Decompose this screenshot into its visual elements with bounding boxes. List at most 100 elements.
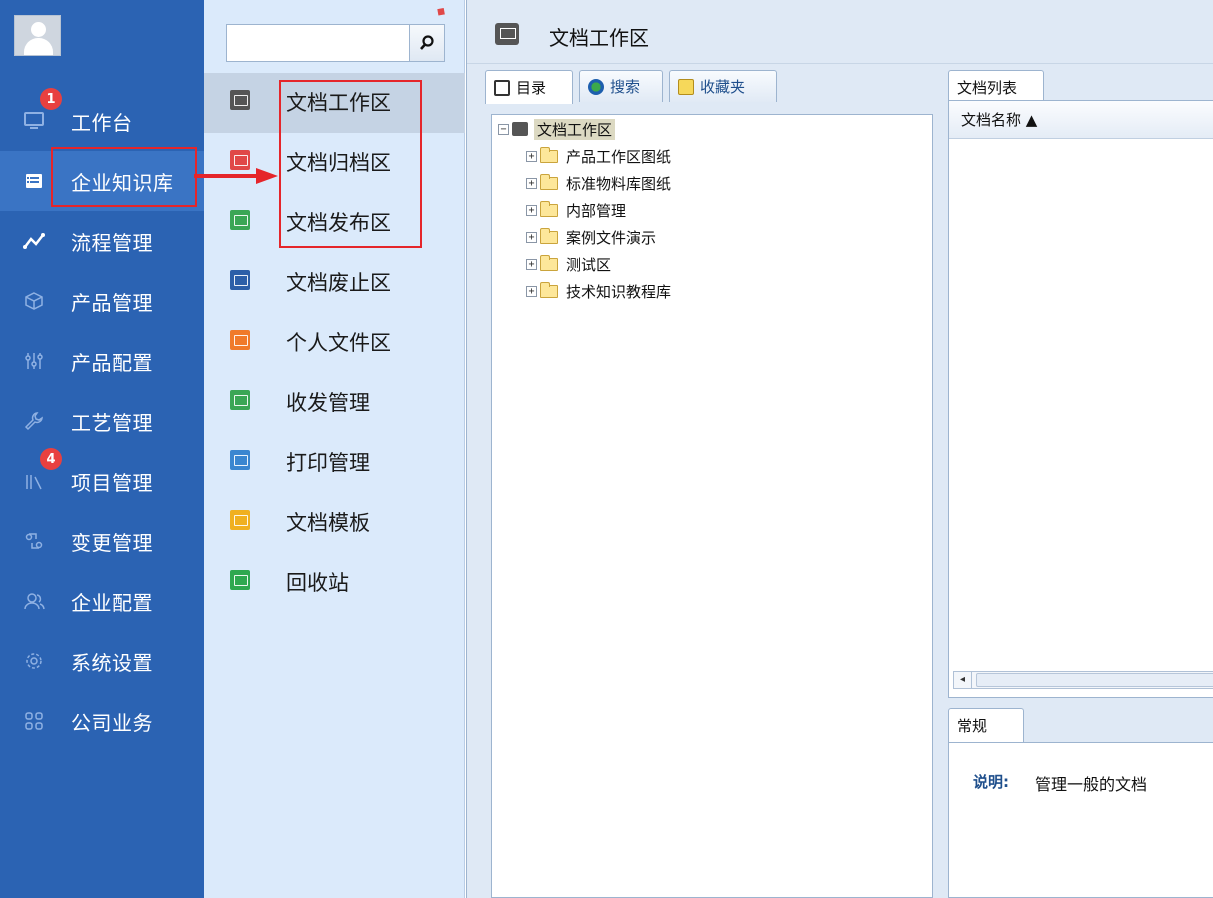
expand-icon[interactable]: + bbox=[526, 285, 537, 297]
submenu-item-label: 个人文件区 bbox=[286, 331, 391, 355]
cube-icon bbox=[22, 289, 46, 313]
tab-label: 常规 bbox=[957, 717, 988, 735]
book-icon bbox=[22, 169, 46, 193]
directory-tree: − 文档工作区 + 产品工作区图纸 + 标准物料库图纸 + 内部管理 + 案例文… bbox=[491, 114, 933, 898]
annotation-box-knowledge bbox=[51, 147, 197, 207]
tree-node[interactable]: + 案例文件演示 bbox=[526, 226, 656, 248]
avatar[interactable] bbox=[14, 15, 61, 56]
sidebar-item-workbench[interactable]: 工作台 bbox=[0, 91, 204, 151]
trash-icon bbox=[230, 570, 250, 590]
print-icon bbox=[230, 450, 250, 470]
tab-label: 文档列表 bbox=[957, 79, 1018, 97]
main-sidebar: 工作台 1 企业知识库 流程管理 产品管理 产品配置 工艺管理 项目管理 4 变… bbox=[0, 0, 204, 898]
expand-icon[interactable]: + bbox=[526, 177, 537, 189]
sidebar-item-system-settings[interactable]: 系统设置 bbox=[0, 631, 204, 691]
folder-icon bbox=[540, 200, 558, 217]
detail-row: 说明: 管理一般的文档 bbox=[973, 771, 1147, 795]
tab-general[interactable]: 常规 bbox=[948, 708, 1024, 742]
tree-node-label: 内部管理 bbox=[566, 201, 627, 220]
tab-favorites[interactable]: 收藏夹 bbox=[669, 70, 777, 102]
flow-icon bbox=[22, 229, 46, 253]
submenu-item-inbox[interactable]: 收发管理 bbox=[204, 373, 465, 433]
tab-document-list[interactable]: 文档列表 bbox=[948, 70, 1044, 104]
tree-node-label: 测试区 bbox=[566, 255, 612, 274]
page-header: 文档工作区 bbox=[467, 0, 1213, 64]
tree-node[interactable]: + 测试区 bbox=[526, 253, 611, 275]
sliders-icon bbox=[22, 349, 46, 373]
tree-tabs: 目录 搜索 收藏夹 bbox=[485, 70, 805, 104]
sidebar-item-label: 产品配置 bbox=[71, 350, 153, 375]
collapse-icon[interactable]: − bbox=[498, 123, 509, 135]
sidebar-item-product[interactable]: 产品管理 bbox=[0, 271, 204, 331]
scroll-left-icon[interactable]: ◂ bbox=[954, 672, 972, 688]
search-box bbox=[226, 24, 445, 62]
pin-icon[interactable]: ◆ bbox=[434, 3, 450, 20]
horizontal-scrollbar[interactable]: ◂ bbox=[953, 671, 1213, 689]
tab-catalog[interactable]: 目录 bbox=[485, 70, 573, 104]
publish-icon bbox=[230, 210, 250, 230]
expand-icon[interactable]: + bbox=[526, 204, 537, 216]
submenu-item-label: 文档废止区 bbox=[286, 271, 391, 295]
search-button[interactable] bbox=[409, 25, 444, 61]
detail-tabs: 常规 bbox=[944, 708, 1213, 742]
expand-icon[interactable]: + bbox=[526, 231, 537, 243]
search-input[interactable] bbox=[227, 25, 407, 61]
change-icon bbox=[22, 529, 46, 553]
gear-icon bbox=[22, 649, 46, 673]
tab-search[interactable]: 搜索 bbox=[579, 70, 663, 102]
tree-root[interactable]: − 文档工作区 bbox=[498, 118, 616, 140]
tree-node[interactable]: + 标准物料库图纸 bbox=[526, 172, 671, 194]
tree-node[interactable]: + 技术知识教程库 bbox=[526, 280, 671, 302]
sidebar-item-project[interactable]: 项目管理 bbox=[0, 451, 204, 511]
sidebar-item-label: 系统设置 bbox=[71, 650, 153, 675]
wrench-icon bbox=[22, 409, 46, 433]
chart-icon bbox=[22, 469, 46, 493]
sidebar-item-label: 工艺管理 bbox=[71, 410, 153, 435]
sidebar-item-change[interactable]: 变更管理 bbox=[0, 511, 204, 571]
sidebar-item-label: 变更管理 bbox=[71, 530, 153, 555]
scroll-thumb[interactable] bbox=[976, 673, 1213, 687]
submenu-item-personal[interactable]: 个人文件区 bbox=[204, 313, 465, 373]
tree-node-label: 产品工作区图纸 bbox=[566, 147, 672, 166]
tree-node[interactable]: + 产品工作区图纸 bbox=[526, 145, 671, 167]
document-list: 文档名称 ▲ ◂ bbox=[948, 100, 1213, 698]
sidebar-item-label: 公司业务 bbox=[71, 710, 153, 735]
submenu-item-label: 收发管理 bbox=[286, 391, 370, 415]
expand-icon[interactable]: + bbox=[526, 150, 537, 162]
detail-panel: 说明: 管理一般的文档 bbox=[948, 742, 1213, 898]
sidebar-item-company-business[interactable]: 公司业务 bbox=[0, 691, 204, 751]
sidebar-item-enterprise-config[interactable]: 企业配置 bbox=[0, 571, 204, 631]
folder-icon bbox=[540, 227, 558, 244]
submenu-item-template[interactable]: 文档模板 bbox=[204, 493, 465, 553]
computer-icon bbox=[494, 79, 510, 96]
sidebar-item-craft[interactable]: 工艺管理 bbox=[0, 391, 204, 451]
sidebar-item-label: 企业配置 bbox=[71, 590, 153, 615]
tab-label: 搜索 bbox=[610, 78, 641, 96]
sidebar-item-process[interactable]: 流程管理 bbox=[0, 211, 204, 271]
tab-label: 收藏夹 bbox=[700, 78, 746, 96]
sidebar-item-label: 工作台 bbox=[71, 110, 133, 135]
tree-node[interactable]: + 内部管理 bbox=[526, 199, 626, 221]
sidebar-item-product-config[interactable]: 产品配置 bbox=[0, 331, 204, 391]
detail-value: 管理一般的文档 bbox=[1035, 775, 1148, 794]
notification-badge: 1 bbox=[40, 88, 62, 110]
folder-icon bbox=[540, 281, 558, 298]
notification-badge: 4 bbox=[40, 448, 62, 470]
monitor-icon bbox=[512, 122, 528, 136]
sidebar-item-label: 项目管理 bbox=[71, 470, 153, 495]
search-icon bbox=[420, 35, 434, 50]
archive-icon bbox=[230, 150, 250, 170]
submenu-item-label: 回收站 bbox=[286, 571, 349, 595]
submenu-item-void[interactable]: 文档废止区 bbox=[204, 253, 465, 313]
globe-search-icon bbox=[588, 78, 604, 95]
monitor-icon bbox=[230, 90, 250, 110]
tree-root-label: 文档工作区 bbox=[534, 118, 616, 140]
inbox-icon bbox=[230, 390, 250, 410]
expand-icon[interactable]: + bbox=[526, 258, 537, 270]
submenu-item-print[interactable]: 打印管理 bbox=[204, 433, 465, 493]
annotation-box-areas bbox=[279, 80, 422, 248]
tree-node-label: 技术知识教程库 bbox=[566, 282, 672, 301]
annotation-arrow bbox=[194, 168, 278, 184]
submenu-item-trash[interactable]: 回收站 bbox=[204, 553, 465, 613]
column-header-name[interactable]: 文档名称 ▲ bbox=[949, 101, 1213, 139]
